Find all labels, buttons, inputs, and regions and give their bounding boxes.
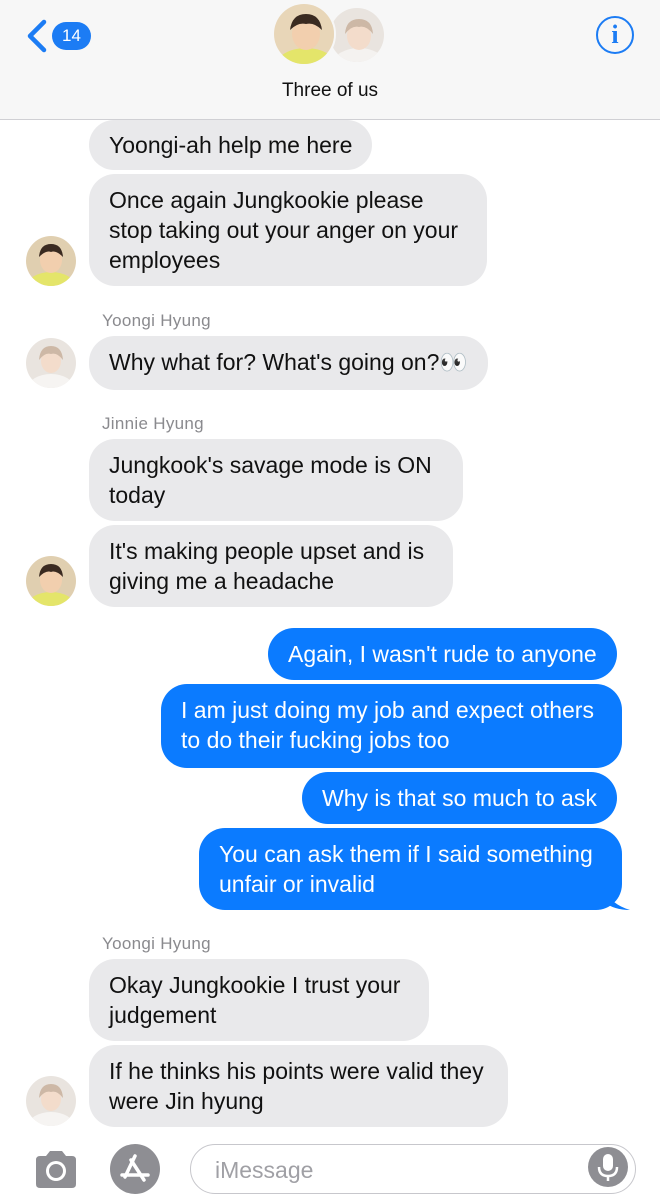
- composer-toolbar: iMessage: [0, 1136, 660, 1200]
- message-bubble-outgoing[interactable]: Again, I wasn't rude to anyone: [268, 628, 617, 680]
- app-store-icon[interactable]: [110, 1144, 160, 1194]
- avatar-yoongi[interactable]: [26, 1076, 76, 1126]
- message-bubble-incoming[interactable]: Okay Jungkookie I trust your judgement: [89, 959, 429, 1041]
- message-text-line: giving me a headache: [109, 568, 335, 594]
- info-icon: i: [611, 20, 619, 49]
- info-button[interactable]: i: [596, 16, 634, 54]
- message-text-line: stop taking out your anger on your: [109, 217, 459, 243]
- message-bubble-incoming[interactable]: If he thinks his points were valid they …: [89, 1045, 508, 1127]
- message-text-line: unfair or invalid: [219, 871, 375, 897]
- message-input[interactable]: iMessage: [190, 1144, 636, 1194]
- message-text-line: Okay Jungkookie I trust your: [109, 972, 401, 998]
- conversation-header: 14 Three of us i: [0, 0, 660, 120]
- message-text-line: to do their fucking jobs too: [181, 727, 450, 753]
- message-text: Why what for? What's going on?👀: [109, 349, 469, 375]
- message-text-line: Jungkook's savage mode is ON: [109, 452, 432, 478]
- message-bubble-incoming[interactable]: Why what for? What's going on?👀: [89, 336, 489, 390]
- message-bubble-incoming[interactable]: Once again Jungkookie please stop taking…: [89, 174, 487, 286]
- bubble-tail-outgoing: [604, 888, 630, 910]
- message-text-line: You can ask them if I said something: [219, 841, 593, 867]
- unread-count-badge: 14: [52, 22, 91, 50]
- avatar-yoongi[interactable]: [26, 338, 76, 388]
- message-text-line: I am just doing my job and expect others: [181, 697, 594, 723]
- message-input-placeholder: iMessage: [215, 1157, 314, 1183]
- message-text-line: If he thinks his points were valid they: [109, 1058, 484, 1084]
- avatar-yoongi: [328, 6, 386, 64]
- message-text: Yoongi-ah help me here: [109, 132, 353, 158]
- avatar-jin: [272, 2, 336, 66]
- message-text-line: judgement: [109, 1002, 217, 1028]
- message-text: Why is that so much to ask: [322, 785, 597, 811]
- message-text: Again, I wasn't rude to anyone: [288, 641, 597, 667]
- message-bubble-incoming[interactable]: Yoongi-ah help me here: [89, 120, 373, 170]
- group-avatars[interactable]: [272, 2, 392, 68]
- message-text-line: employees: [109, 247, 221, 273]
- message-bubble-incoming[interactable]: Jungkook's savage mode is ON today: [89, 439, 463, 521]
- message-bubble-incoming[interactable]: It's making people upset and is giving m…: [89, 525, 453, 607]
- chevron-left-icon: [27, 19, 47, 53]
- back-button[interactable]: 14: [24, 16, 91, 56]
- avatar-jin[interactable]: [26, 236, 76, 286]
- message-text-line: today: [109, 482, 166, 508]
- microphone-icon[interactable]: [588, 1147, 628, 1187]
- sender-name: Jinnie Hyung: [102, 414, 204, 433]
- message-text-line: Once again Jungkookie please: [109, 187, 424, 213]
- message-bubble-outgoing[interactable]: Why is that so much to ask: [302, 772, 617, 824]
- message-bubble-outgoing[interactable]: I am just doing my job and expect others…: [161, 684, 622, 768]
- avatar-jin[interactable]: [26, 556, 76, 606]
- sender-name: Yoongi Hyung: [102, 934, 211, 953]
- message-text-line: were Jin hyung: [109, 1088, 264, 1114]
- sender-name: Yoongi Hyung: [102, 311, 211, 330]
- message-text-line: It's making people upset and is: [109, 538, 425, 564]
- camera-icon[interactable]: [32, 1148, 80, 1190]
- group-name[interactable]: Three of us: [0, 80, 660, 102]
- message-bubble-outgoing[interactable]: You can ask them if I said something unf…: [199, 828, 622, 910]
